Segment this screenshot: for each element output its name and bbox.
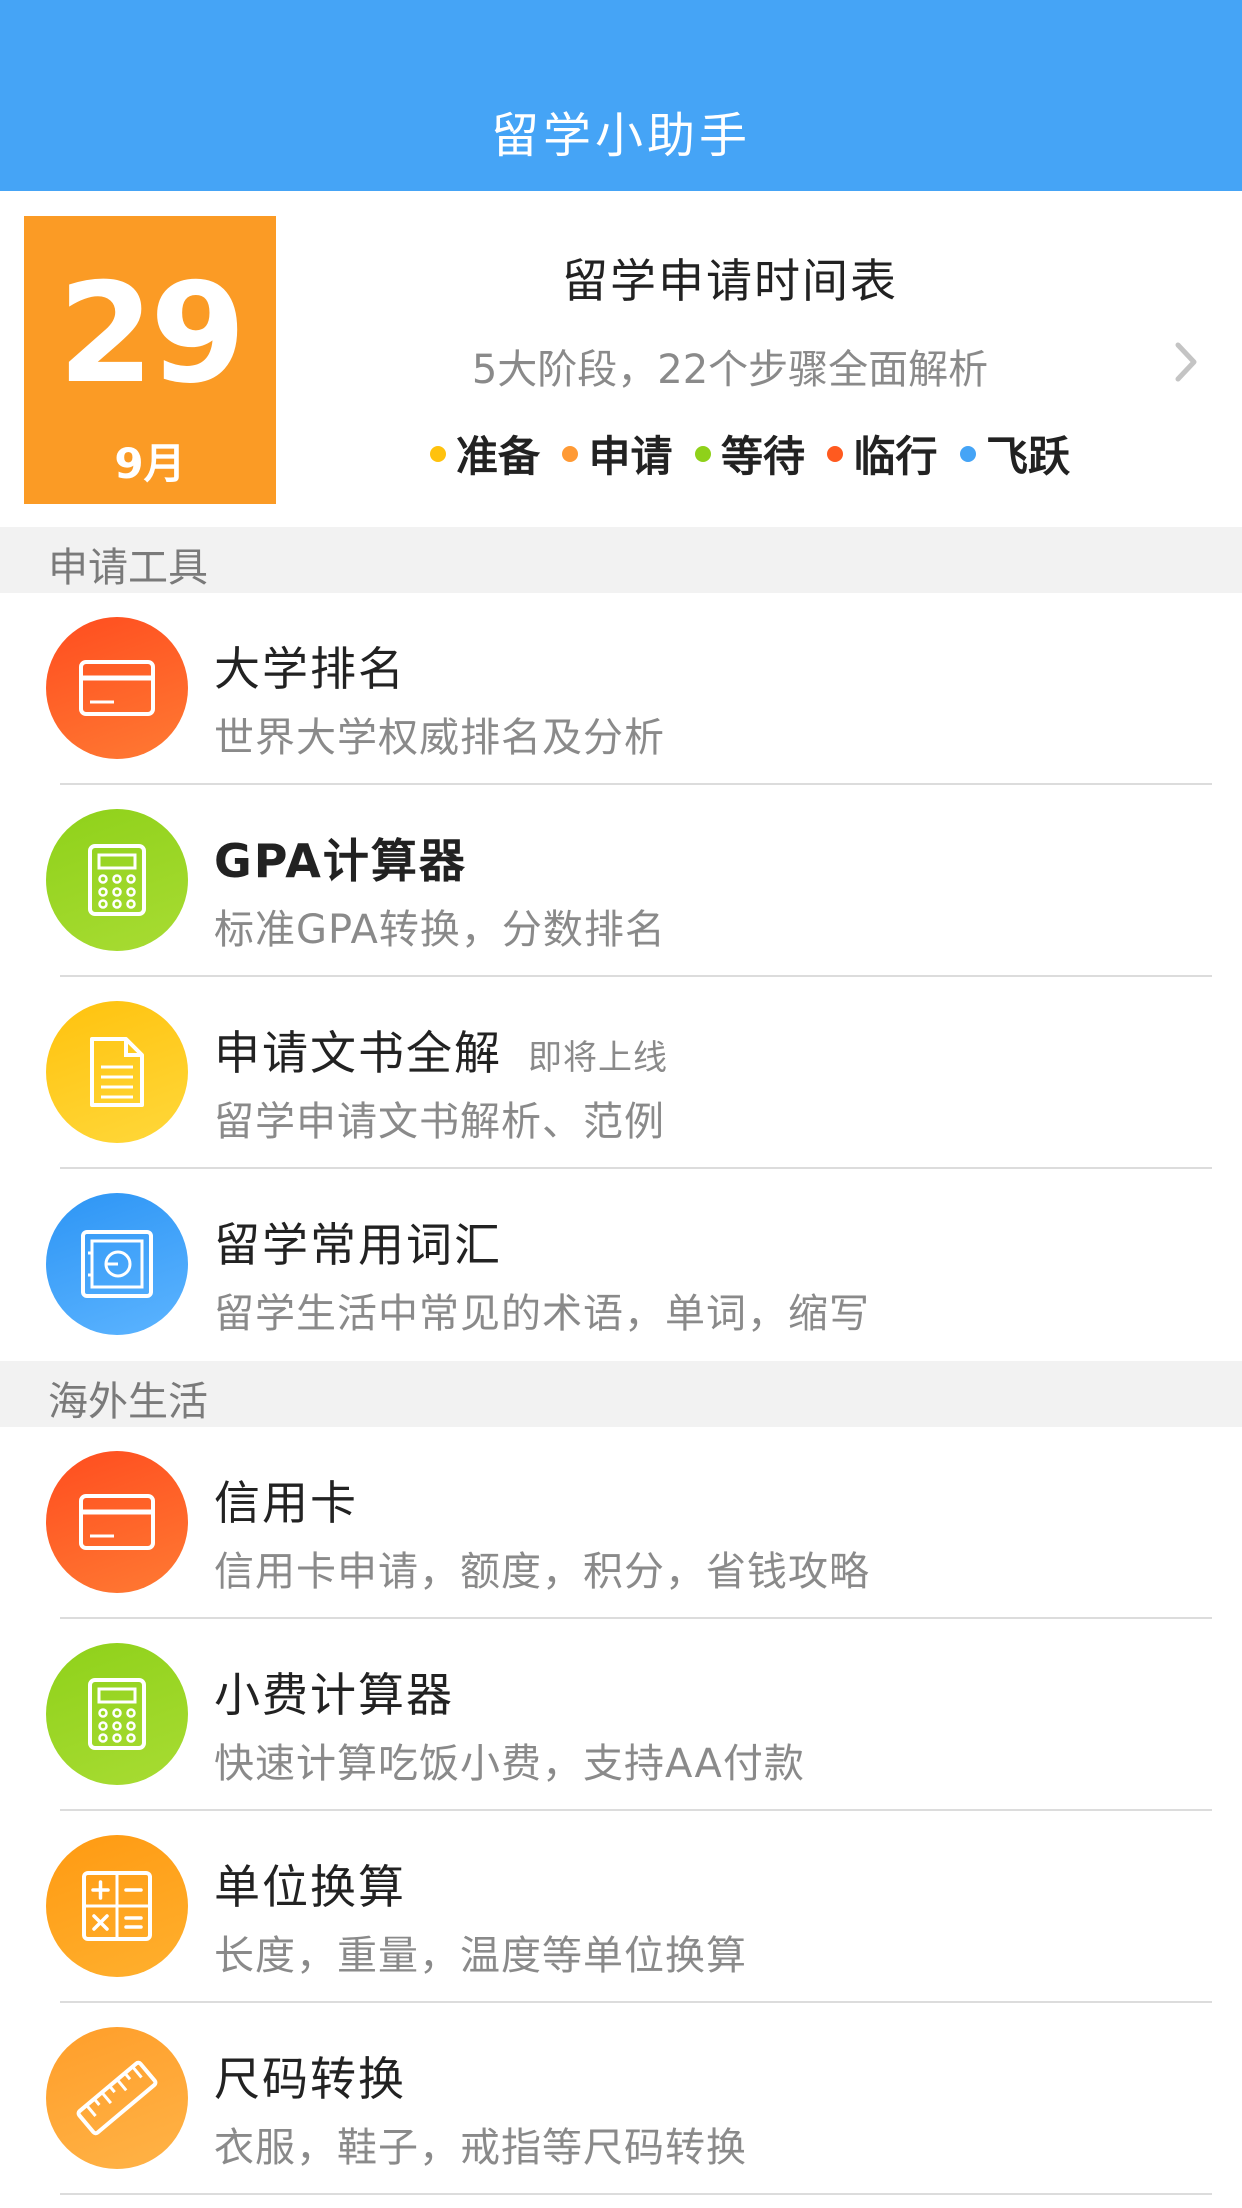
stage-dot [562, 445, 579, 462]
stage-item: 飞跃 [959, 423, 1070, 484]
stage-dot [959, 445, 976, 462]
item-title-wrap: 申请文书全解 即将上线 [214, 1017, 668, 1083]
stage-item: 临行 [827, 423, 937, 484]
coming-soon-badge: 即将上线 [528, 1038, 668, 1078]
stage-label: 申请 [588, 432, 673, 481]
section-header-label: 申请工具 [48, 545, 208, 591]
application-timeline-card[interactable]: 29 9月 留学申请时间表 5大阶段，22个步骤全面解析 准备 申请 等待 临行… [0, 191, 1242, 527]
list-item-application-essays[interactable]: 申请文书全解 即将上线 留学申请文书解析、范例 [0, 977, 1242, 1169]
list-item-study-vocabulary[interactable]: 留学常用词汇 留学生活中常见的术语，单词，缩写 [0, 1169, 1242, 1361]
app-title: 留学小助手 [490, 108, 751, 164]
item-title: 申请文书全解 [214, 1026, 502, 1080]
date-badge: 29 9月 [24, 216, 276, 504]
navigation-bar: 留学小助手 [0, 0, 1242, 191]
timeline-subtitle: 5大阶段，22个步骤全面解析 [471, 347, 989, 393]
item-title: GPA计算器 [214, 834, 467, 888]
list-item-university-ranking[interactable]: 大学排名 世界大学权威排名及分析 [0, 593, 1242, 785]
item-title: 尺码转换 [214, 2052, 406, 2106]
item-title: 留学常用词汇 [214, 1218, 502, 1272]
card-icon [46, 1451, 188, 1593]
item-title: 小费计算器 [214, 1668, 454, 1722]
list-item-unit-conversion[interactable]: 单位换算 长度，重量，温度等单位换算 [0, 1811, 1242, 2003]
item-subtitle: 信用卡申请，额度，积分，省钱攻略 [214, 1549, 870, 1595]
list-item-tip-calculator[interactable]: 小费计算器 快速计算吃饭小费，支持AA付款 [0, 1619, 1242, 1811]
calculator-icon [46, 809, 188, 951]
ruler-icon [46, 2027, 188, 2169]
section-header-overseas-life: 海外生活 [0, 1361, 1242, 1427]
stage-item: 申请 [562, 423, 673, 484]
item-title: 大学排名 [214, 642, 406, 696]
list-item-credit-card[interactable]: 信用卡 信用卡申请，额度，积分，省钱攻略 [0, 1427, 1242, 1619]
timeline-title: 留学申请时间表 [562, 254, 898, 308]
item-subtitle: 衣服，鞋子，戒指等尺码转换 [214, 2125, 747, 2171]
section-header-application-tools: 申请工具 [0, 527, 1242, 593]
safe-icon [46, 1193, 188, 1335]
item-title: 信用卡 [214, 1476, 358, 1530]
item-subtitle: 留学生活中常见的术语，单词，缩写 [214, 1291, 870, 1337]
divider [60, 2193, 1212, 2195]
stage-label: 等待 [720, 432, 805, 481]
section-header-label: 海外生活 [48, 1379, 208, 1425]
chevron-right-icon[interactable] [1166, 337, 1206, 387]
date-day: 29 [57, 253, 246, 414]
stage-dot [827, 445, 844, 462]
stage-label: 准备 [456, 432, 541, 481]
document-icon [46, 1001, 188, 1143]
stage-label: 飞跃 [985, 432, 1070, 481]
math-symbols-icon [46, 1835, 188, 1977]
stage-dot [430, 445, 446, 462]
card-icon [46, 617, 188, 759]
item-subtitle: 长度，重量，温度等单位换算 [214, 1933, 747, 1979]
stage-label: 临行 [853, 432, 938, 481]
stage-dot [694, 445, 711, 462]
item-subtitle: 留学申请文书解析、范例 [214, 1099, 665, 1145]
item-subtitle: 标准GPA转换，分数排名 [214, 907, 666, 953]
calculator-icon [46, 1643, 188, 1785]
date-month: 9月 [114, 439, 186, 488]
timeline-stages: 准备 申请 等待 临行 飞跃 [430, 423, 1070, 484]
item-subtitle: 世界大学权威排名及分析 [214, 715, 665, 761]
item-title: 单位换算 [214, 1860, 406, 1914]
list-item-gpa-calculator[interactable]: GPA计算器 标准GPA转换，分数排名 [0, 785, 1242, 977]
list-item-size-conversion[interactable]: 尺码转换 衣服，鞋子，戒指等尺码转换 [0, 2003, 1242, 2195]
item-subtitle: 快速计算吃饭小费，支持AA付款 [214, 1741, 805, 1787]
stage-item: 准备 [430, 423, 540, 484]
stage-item: 等待 [694, 423, 805, 484]
